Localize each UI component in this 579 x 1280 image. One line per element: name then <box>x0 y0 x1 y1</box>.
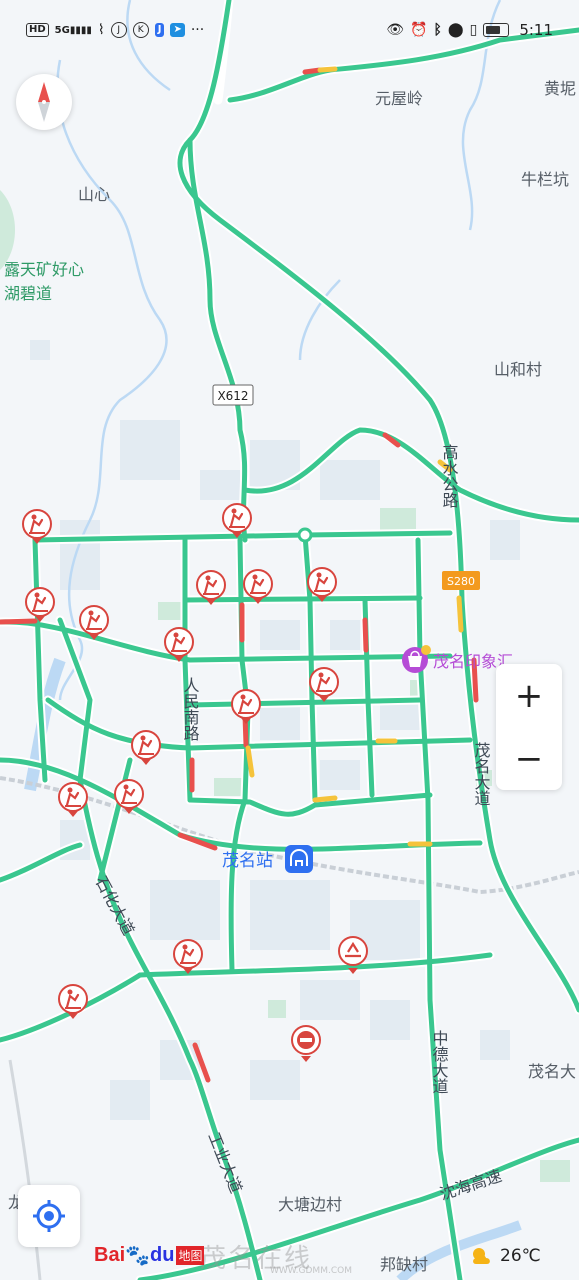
weather-widget[interactable]: 26℃ <box>470 1246 541 1266</box>
send-app-icon: ➤ <box>170 23 185 37</box>
compass-icon <box>38 82 50 122</box>
label-maoming-avenue: 茂名大道 <box>472 742 491 806</box>
watermark-url: WWW.GDMM.COM <box>270 1266 352 1276</box>
clock: 5:11 <box>519 21 553 39</box>
baidu-map-logo: Bai 🐾 du 地图 <box>94 1244 205 1267</box>
signal-5g-icon: 5G▮▮▮▮ <box>54 24 92 36</box>
label-bangquecun: 邦缺村 <box>380 1255 428 1274</box>
label-lutian-1: 露天矿好心 <box>4 260 84 279</box>
label-yuanwuling: 元屋岭 <box>375 89 423 108</box>
zoom-in-button[interactable]: + <box>496 664 562 727</box>
zoom-out-button[interactable]: − <box>496 727 562 790</box>
k-app-icon: K <box>132 22 149 38</box>
label-lutian-2: 湖碧道 <box>4 284 52 303</box>
label-maoming-station: 茂名站 <box>222 851 273 871</box>
compass-button[interactable] <box>16 74 72 130</box>
label-shanxin: 山心 <box>78 185 110 204</box>
crosshair-icon <box>33 1200 65 1232</box>
label-shanhecun: 山和村 <box>494 360 542 379</box>
cloud-sun-icon <box>473 1248 490 1264</box>
map-canvas[interactable]: X612 S280 元屋岭 黄坭 牛栏坑 山心 山和村 茂名大 龙坡坡 大塘边村… <box>0 0 579 1280</box>
paw-icon: 🐾 <box>125 1245 151 1267</box>
svg-text:X612: X612 <box>217 389 248 403</box>
green-area <box>268 1000 286 1018</box>
eye-icon: 👁 <box>386 22 405 38</box>
bluetooth-icon: ᛒ <box>433 22 442 38</box>
jdm-app-icon: J <box>110 22 127 38</box>
status-bar: HD 5G▮▮▮▮ ⌇ J K J ➤ ··· 👁 ⏰ ᛒ ⬤ ▯ 5:11 <box>0 0 579 60</box>
zoom-controls: + − <box>496 664 562 790</box>
green-area <box>214 778 244 796</box>
x612-shield: X612 <box>212 384 254 406</box>
locate-button[interactable] <box>18 1185 80 1247</box>
label-gaoshui-road: 高水公路 <box>440 444 459 508</box>
svg-text:S280: S280 <box>447 575 475 588</box>
wifi-calling-icon: ⌇ <box>97 22 105 38</box>
label-datangbian: 大塘边村 <box>278 1195 342 1214</box>
jdm-app-icon-2: J <box>154 23 165 37</box>
roundabout <box>297 527 313 543</box>
more-notifications: ··· <box>190 22 205 38</box>
green-area <box>540 1160 570 1182</box>
temperature: 26℃ <box>500 1246 541 1266</box>
location-icon: ⬤ <box>447 22 464 38</box>
hd-icon: HD <box>26 23 49 37</box>
green-area <box>158 602 182 620</box>
vibrate-icon: ▯ <box>469 22 478 38</box>
battery-icon <box>483 23 510 37</box>
label-huangkeng: 黄坭 <box>544 79 576 98</box>
alarm-icon: ⏰ <box>410 22 428 38</box>
label-renmin-south: 人民南路 <box>181 677 200 741</box>
s280-shield: S280 <box>442 571 480 590</box>
label-niulankeng: 牛栏坑 <box>521 170 569 189</box>
label-maoming-right: 茂名大 <box>528 1062 576 1081</box>
label-zhongde-avenue: 中德大道 <box>430 1030 449 1094</box>
green-area <box>380 508 416 530</box>
